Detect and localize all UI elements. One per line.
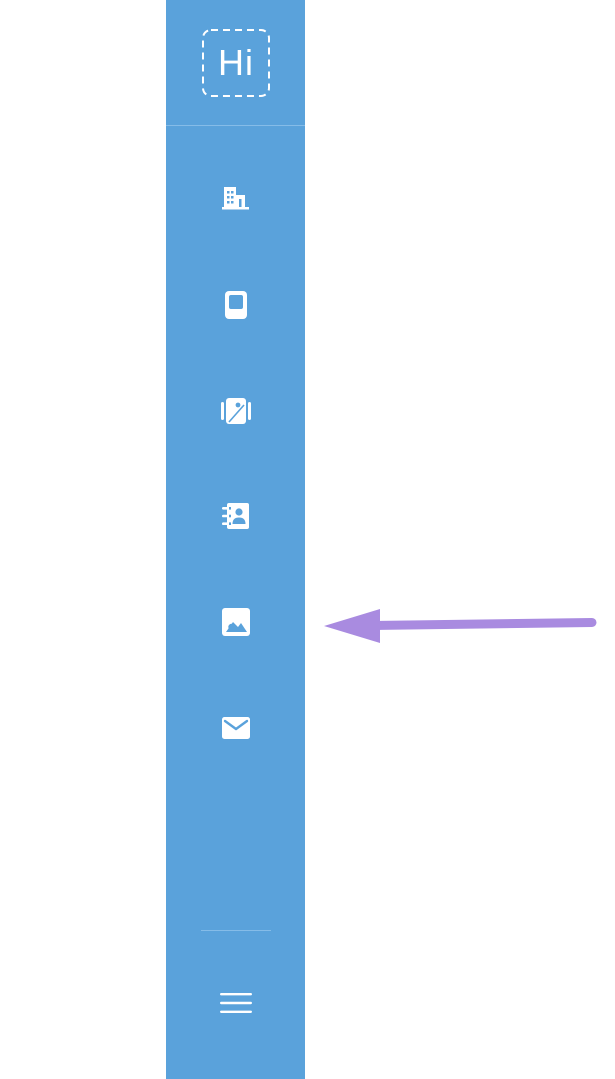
logo-area: Hi [166,0,305,126]
building-icon [222,187,249,210]
nav-item-contacts[interactable] [210,490,262,542]
nav-item-buildings[interactable] [210,172,262,224]
contacts-icon [222,503,249,529]
nav-item-mail[interactable] [210,702,262,754]
sidebar: Hi [166,0,305,1079]
image-icon [222,608,250,636]
tablet-icon [225,291,247,319]
menu-button[interactable] [210,977,262,1029]
hamburger-menu-icon [220,993,252,1013]
nav-item-images[interactable] [210,596,262,648]
logo-text: Hi [218,42,254,83]
mail-icon [222,717,250,739]
annotation-arrow-icon [324,609,597,643]
sidebar-divider [201,930,271,931]
nav-item-devices[interactable] [210,279,262,331]
gallery-icon [221,398,251,424]
page: Hi [0,0,615,1079]
nav-item-gallery[interactable] [210,385,262,437]
logo[interactable]: Hi [201,28,271,98]
